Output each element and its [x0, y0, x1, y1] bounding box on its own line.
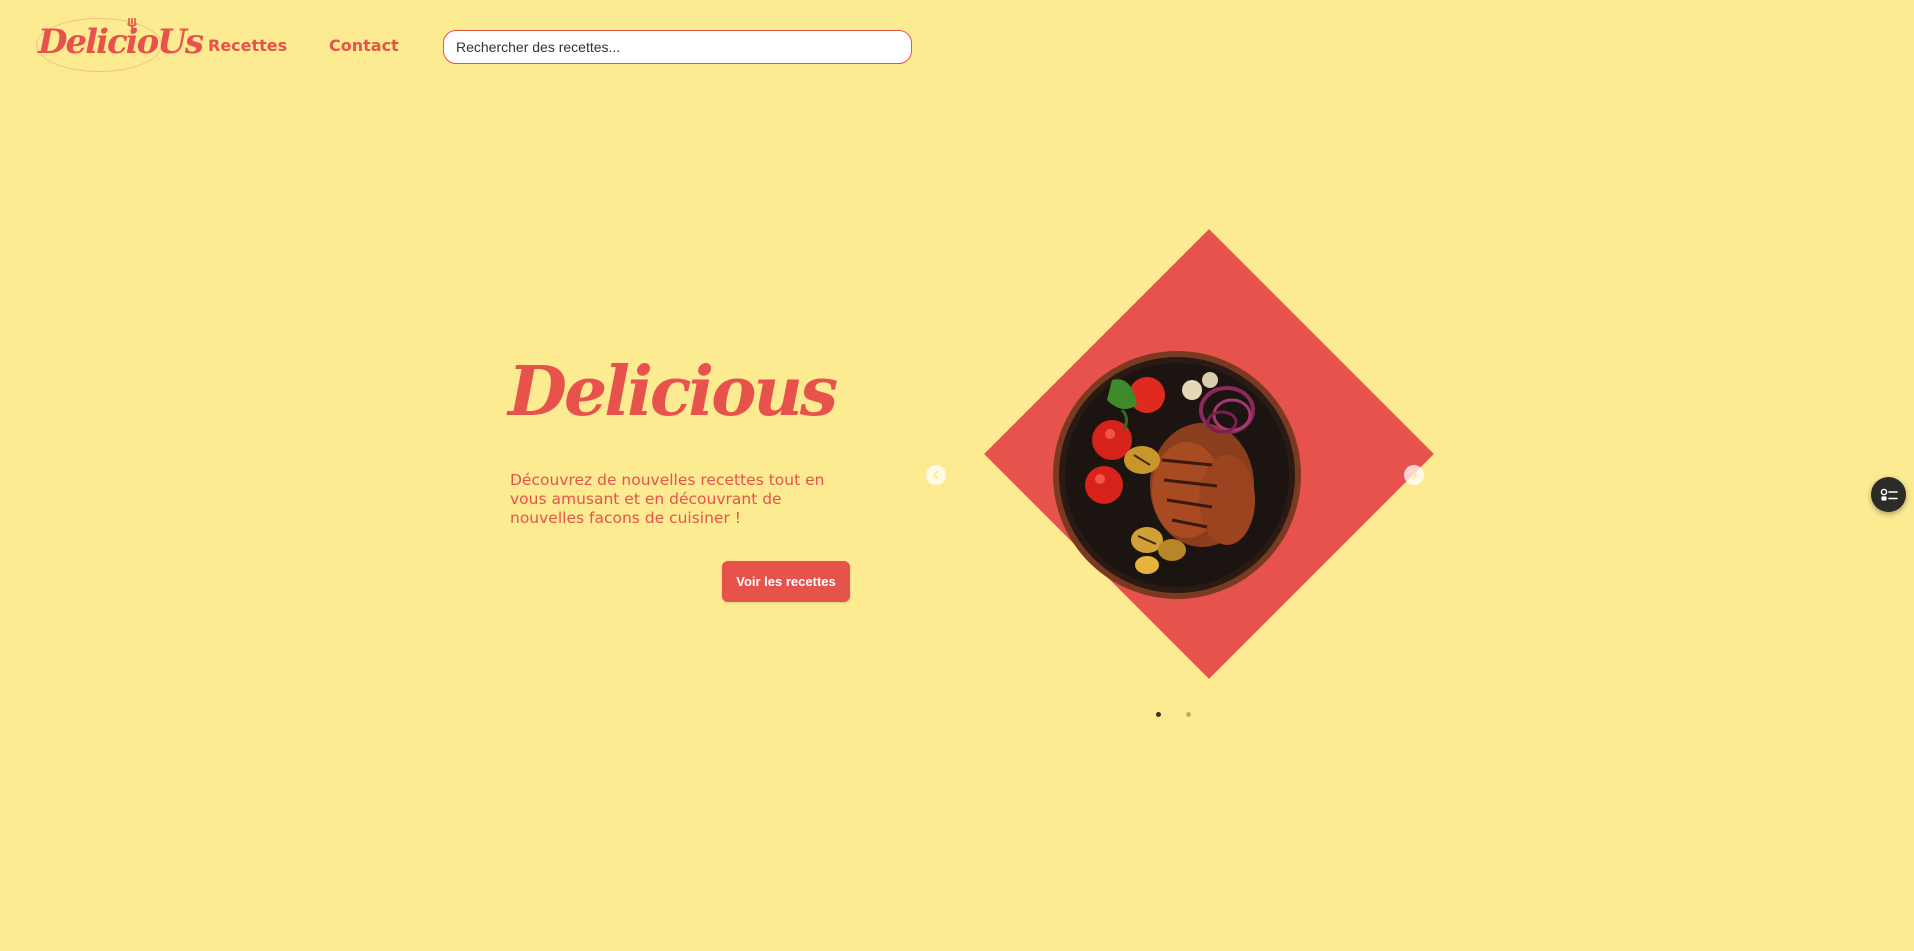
- hero-carousel: [926, 229, 1434, 720]
- nav-link-recettes[interactable]: Recettes: [208, 36, 287, 55]
- floating-toggle-button[interactable]: [1871, 477, 1906, 512]
- page: DelicioUs Recettes Contact Delicious Déc…: [0, 0, 1914, 951]
- nav-link-contact[interactable]: Contact: [329, 36, 399, 55]
- logo[interactable]: DelicioUs: [36, 16, 204, 72]
- food-bowl-image: [1053, 351, 1301, 599]
- carousel-prev-button[interactable]: [926, 465, 946, 485]
- chevron-left-icon: [933, 470, 939, 480]
- carousel-dot-1[interactable]: [1156, 712, 1161, 717]
- logo-text: DelicioUs: [38, 22, 204, 62]
- search-input[interactable]: [443, 30, 912, 64]
- fork-icon: [127, 18, 137, 34]
- carousel-next-button[interactable]: [1404, 465, 1424, 485]
- toggle-list-icon: [1880, 488, 1898, 501]
- carousel-indicators: [1156, 710, 1216, 720]
- hero-title: Delicious: [508, 352, 838, 432]
- view-recipes-button[interactable]: Voir les recettes: [722, 561, 850, 602]
- carousel-dot-2[interactable]: [1186, 712, 1191, 717]
- chevron-right-icon: [1411, 470, 1417, 480]
- hero-description: Découvrez de nouvelles recettes tout en …: [510, 471, 825, 527]
